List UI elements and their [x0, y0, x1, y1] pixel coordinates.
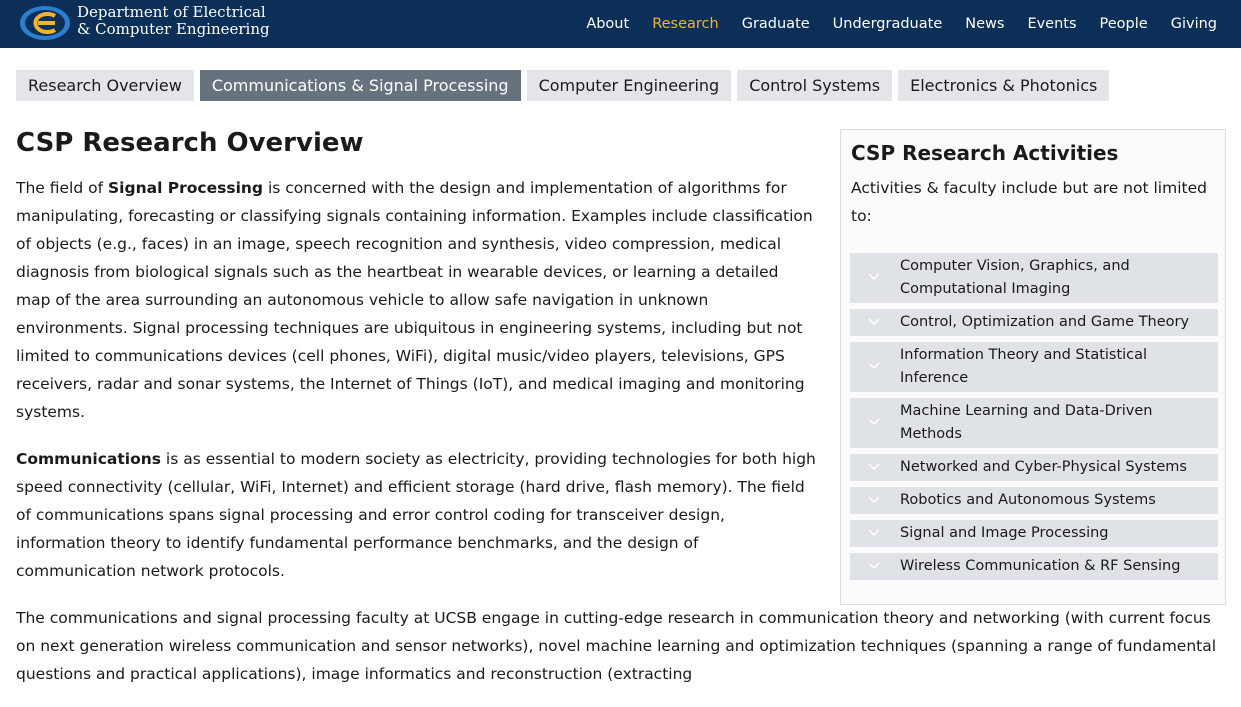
paragraph-communications: Communications is as essential to modern…	[16, 445, 816, 585]
paragraph-faculty: The communications and signal processing…	[16, 609, 1217, 683]
chevron-down-icon	[868, 418, 880, 426]
chevron-down-icon	[868, 362, 880, 370]
chevron-down-icon	[868, 462, 880, 470]
research-tabs: Research Overview Communications & Signa…	[16, 70, 1115, 101]
nav-events[interactable]: Events	[1027, 16, 1076, 32]
nav-about[interactable]: About	[586, 16, 629, 32]
accordion-item-information-theory[interactable]: Information Theory and Statistical Infer…	[850, 342, 1218, 392]
accordion-item-networked-systems[interactable]: Networked and Cyber-Physical Systems	[850, 454, 1218, 481]
accordion-item-wireless-communication[interactable]: Wireless Communication & RF Sensing	[850, 553, 1218, 580]
chevron-down-icon	[868, 561, 880, 569]
accordion-item-signal-image-processing[interactable]: Signal and Image Processing	[850, 520, 1218, 547]
accordion-label: Wireless Communication & RF Sensing	[900, 558, 1181, 574]
sidebar-title: CSP Research Activities	[851, 141, 1119, 165]
tab-communications-signal-processing[interactable]: Communications & Signal Processing	[199, 70, 521, 101]
nav-undergraduate[interactable]: Undergraduate	[833, 16, 943, 32]
nav-research[interactable]: Research	[652, 16, 719, 32]
nav-graduate[interactable]: Graduate	[742, 16, 810, 32]
paragraph-signal-processing: The field of Signal Processing is concer…	[16, 174, 816, 426]
accordion-item-machine-learning[interactable]: Machine Learning and Data-Driven Methods	[850, 398, 1218, 448]
brand-line-2: & Computer Engineering	[77, 20, 270, 38]
sidebar-intro: Activities & faculty include but are not…	[851, 179, 1207, 225]
site-header: Department of Electrical & Computer Engi…	[0, 0, 1241, 48]
chevron-down-icon	[868, 495, 880, 503]
nav-giving[interactable]: Giving	[1171, 16, 1217, 32]
chevron-down-icon	[868, 273, 880, 281]
page-title: CSP Research Overview	[16, 128, 364, 158]
p1-post: is concerned with the design and impleme…	[16, 179, 813, 421]
brand-line-1: Department of Electrical	[77, 3, 266, 21]
tab-electronics-photonics[interactable]: Electronics & Photonics	[898, 70, 1110, 101]
tab-control-systems[interactable]: Control Systems	[737, 70, 893, 101]
p1-bold: Signal Processing	[108, 179, 264, 197]
department-name[interactable]: Department of Electrical & Computer Engi…	[77, 4, 270, 38]
research-activities-panel: CSP Research Activities Activities & fac…	[840, 129, 1226, 605]
chevron-down-icon	[868, 528, 880, 536]
p2-post: is as essential to modern society as ele…	[16, 450, 816, 580]
accordion-label: Networked and Cyber-Physical Systems	[900, 459, 1187, 475]
main-nav: About Research Graduate Undergraduate Ne…	[563, 0, 1217, 48]
accordion-label: Computer Vision, Graphics, and Computati…	[900, 258, 1130, 297]
accordion-label: Machine Learning and Data-Driven Methods	[900, 403, 1153, 442]
tab-research-overview[interactable]: Research Overview	[16, 70, 194, 101]
tab-computer-engineering[interactable]: Computer Engineering	[526, 70, 732, 101]
accordion-label: Signal and Image Processing	[900, 525, 1109, 541]
main-content: CSP Research Overview The field of Signa…	[16, 124, 1216, 707]
ece-logo-icon[interactable]	[18, 4, 72, 42]
nav-news[interactable]: News	[965, 16, 1004, 32]
accordion-label: Information Theory and Statistical Infer…	[900, 347, 1148, 386]
accordion-label: Control, Optimization and Game Theory	[900, 314, 1190, 330]
p2-bold: Communications	[16, 450, 161, 468]
chevron-down-icon	[868, 317, 880, 325]
activities-accordion: Computer Vision, Graphics, and Computati…	[850, 253, 1218, 586]
nav-people[interactable]: People	[1100, 16, 1148, 32]
accordion-item-control-optimization[interactable]: Control, Optimization and Game Theory	[850, 309, 1218, 336]
p1-pre: The field of	[16, 179, 108, 197]
accordion-item-computer-vision[interactable]: Computer Vision, Graphics, and Computati…	[850, 253, 1218, 303]
accordion-label: Robotics and Autonomous Systems	[900, 492, 1156, 508]
accordion-item-robotics[interactable]: Robotics and Autonomous Systems	[850, 487, 1218, 514]
